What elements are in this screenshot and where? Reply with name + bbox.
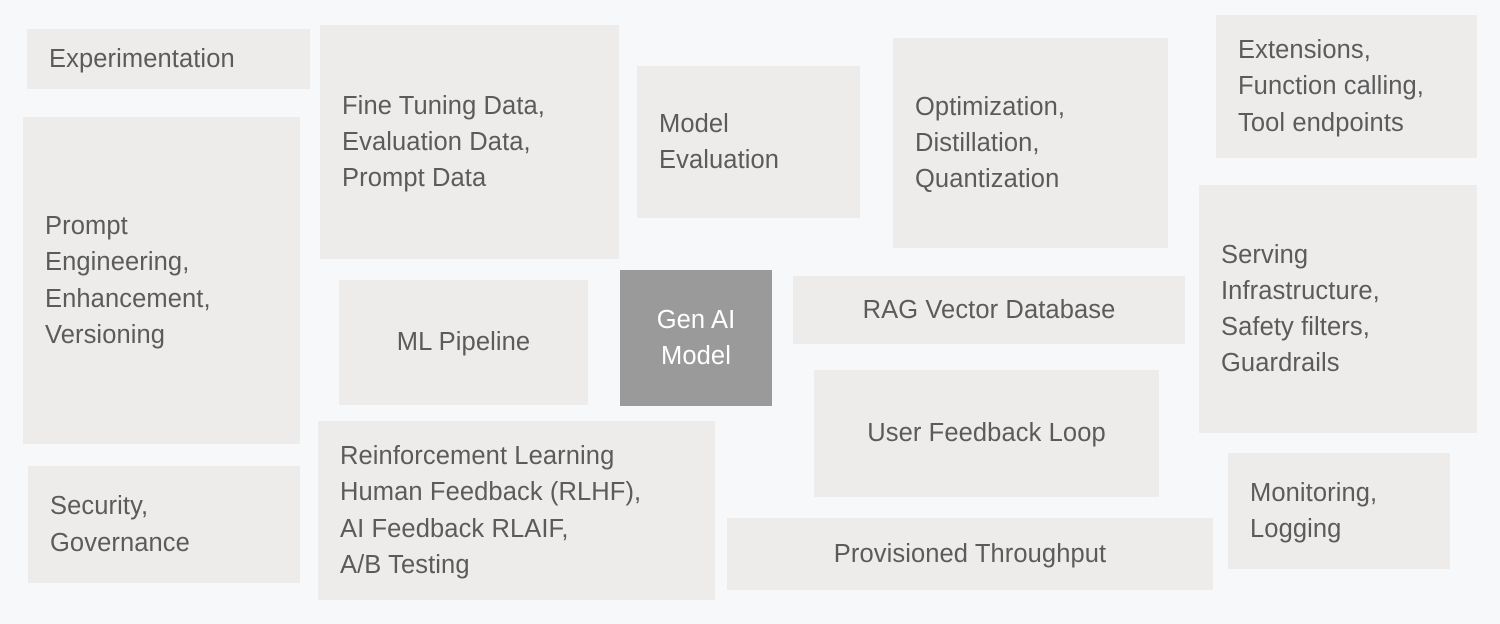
diagram-node-label: Security, Governance bbox=[50, 492, 190, 557]
diagram-node-label: Fine Tuning Data, Evaluation Data, Promp… bbox=[342, 91, 545, 193]
diagram-node-serving-infrastructure[interactable]: Serving Infrastructure, Safety filters, … bbox=[1199, 185, 1477, 433]
diagram-node-label: Reinforcement Learning Human Feedback (R… bbox=[340, 442, 642, 579]
diagram-node-label: Prompt Engineering, Enhancement, Version… bbox=[45, 212, 211, 349]
diagram-node-user-feedback-loop[interactable]: User Feedback Loop bbox=[814, 370, 1159, 497]
diagram-node-gen-ai-model[interactable]: Gen AI Model bbox=[620, 270, 772, 406]
diagram-node-rlhf[interactable]: Reinforcement Learning Human Feedback (R… bbox=[318, 421, 715, 600]
diagram-node-optimization[interactable]: Optimization, Distillation, Quantization bbox=[893, 38, 1168, 248]
diagram-node-model-evaluation[interactable]: Model Evaluation bbox=[637, 66, 860, 218]
diagram-node-label: ML Pipeline bbox=[396, 328, 531, 357]
diagram-node-label: Model Evaluation bbox=[659, 109, 780, 174]
diagram-node-label: User Feedback Loop bbox=[867, 419, 1106, 448]
diagram-node-security-governance[interactable]: Security, Governance bbox=[28, 466, 300, 583]
diagram-node-fine-tuning-data[interactable]: Fine Tuning Data, Evaluation Data, Promp… bbox=[320, 25, 619, 259]
diagram-node-label: Gen AI Model bbox=[656, 305, 736, 370]
diagram-node-label: Provisioned Throughput bbox=[833, 539, 1107, 568]
diagram-node-label: Optimization, Distillation, Quantization bbox=[915, 92, 1066, 194]
diagram-node-extensions[interactable]: Extensions, Function calling, Tool endpo… bbox=[1216, 15, 1477, 158]
diagram-node-label: RAG Vector Database bbox=[862, 295, 1116, 324]
diagram-node-label: Serving Infrastructure, Safety filters, … bbox=[1221, 240, 1380, 378]
diagram-node-label: Monitoring, Logging bbox=[1250, 478, 1378, 543]
diagram-node-ml-pipeline[interactable]: ML Pipeline bbox=[339, 280, 588, 405]
diagram-node-label: Extensions, Function calling, Tool endpo… bbox=[1238, 36, 1424, 137]
diagram-node-label: Experimentation bbox=[49, 44, 235, 73]
diagram-canvas: Experimentation Prompt Engineering, Enhan… bbox=[0, 0, 1500, 624]
diagram-node-monitoring-logging[interactable]: Monitoring, Logging bbox=[1228, 453, 1450, 569]
diagram-node-prompt-engineering[interactable]: Prompt Engineering, Enhancement, Version… bbox=[23, 117, 300, 444]
diagram-node-experimentation[interactable]: Experimentation bbox=[27, 29, 310, 89]
diagram-node-rag-vector-database[interactable]: RAG Vector Database bbox=[793, 276, 1185, 344]
diagram-node-provisioned-throughput[interactable]: Provisioned Throughput bbox=[727, 518, 1213, 590]
